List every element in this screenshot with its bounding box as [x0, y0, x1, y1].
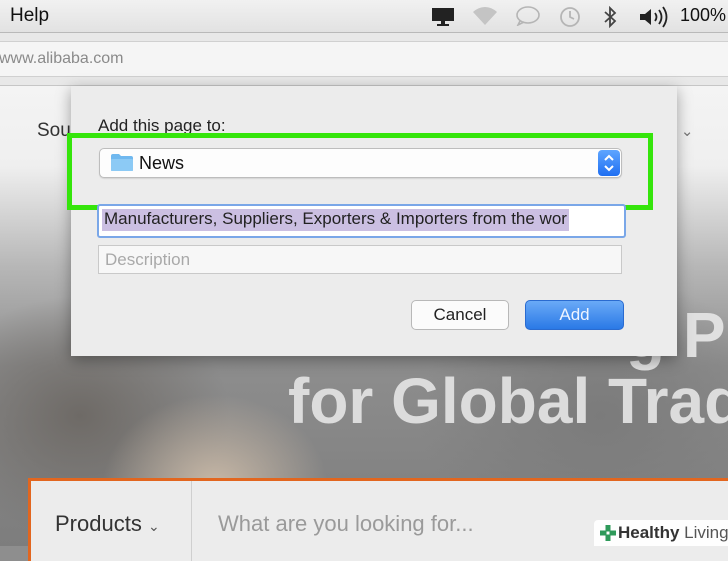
watermark: Healthy Living: [594, 520, 728, 546]
add-button[interactable]: Add: [525, 300, 624, 330]
description-input[interactable]: [99, 246, 621, 273]
watermark-text: Healthy Living: [618, 523, 728, 543]
products-label: Products: [55, 511, 142, 536]
battery-percent[interactable]: 100%: [680, 5, 726, 26]
folder-select-value: News: [139, 153, 185, 173]
chevron-down-icon: ⌄: [147, 518, 160, 534]
watermark-brand-light: Living: [684, 523, 728, 542]
search-divider: [191, 481, 192, 561]
display-icon[interactable]: [430, 6, 456, 31]
page-nav-item-left[interactable]: Sou: [37, 120, 71, 142]
cross-logo-icon: [600, 525, 616, 541]
wifi-icon[interactable]: [472, 6, 498, 31]
volume-icon[interactable]: [638, 6, 670, 33]
folder-select[interactable]: News: [99, 148, 622, 178]
bluetooth-icon[interactable]: [601, 5, 619, 33]
menu-help[interactable]: Help: [10, 5, 49, 27]
watermark-brand-bold: Healthy: [618, 523, 680, 542]
products-dropdown[interactable]: Products ⌄: [55, 511, 160, 537]
select-stepper-icon[interactable]: [598, 150, 620, 176]
bookmark-title-field[interactable]: Manufacturers, Suppliers, Exporters & Im…: [97, 204, 626, 238]
hero-heading-line2: for Global Trad: [288, 365, 728, 437]
time-machine-icon[interactable]: [557, 6, 583, 33]
cancel-button[interactable]: Cancel: [411, 300, 509, 330]
folder-icon: [111, 154, 133, 171]
site-search-input[interactable]: What are you looking for...: [218, 511, 474, 537]
address-field[interactable]: www.alibaba.com: [0, 41, 728, 77]
bookmark-title-value: Manufacturers, Suppliers, Exporters & Im…: [102, 209, 569, 231]
chat-icon[interactable]: [515, 6, 541, 31]
add-bookmark-dialog: Add this page to: News Manufacturers, Su…: [67, 86, 677, 356]
description-field[interactable]: [98, 245, 622, 274]
chevron-down-icon: ⌄: [680, 123, 694, 140]
menu-bar: Help 100%: [0, 0, 728, 33]
url-text: www.alibaba.com: [0, 50, 124, 67]
browser-toolbar: www.alibaba.com: [0, 33, 728, 86]
